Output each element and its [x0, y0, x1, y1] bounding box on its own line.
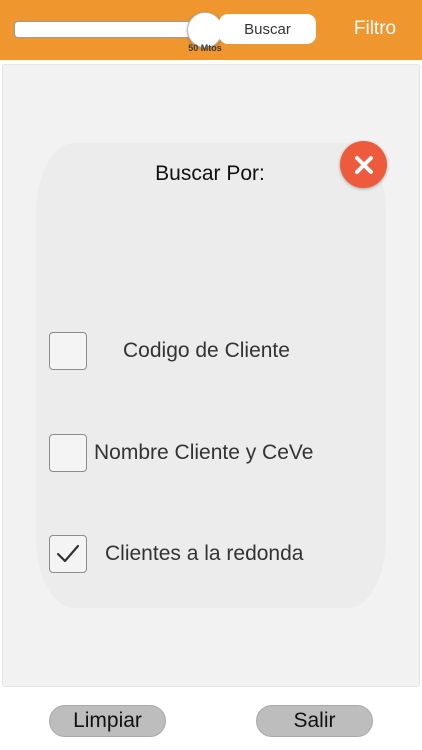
close-button[interactable] [340, 141, 387, 188]
distance-slider-track[interactable] [14, 21, 210, 38]
distance-slider-caption: 50 Mtos [188, 43, 222, 53]
dialog-title: Buscar Por: [155, 162, 265, 185]
option-label: Codigo de Cliente [123, 339, 290, 362]
exit-button[interactable]: Salir [256, 705, 373, 737]
option-clientes-redonda[interactable]: Clientes a la redonda [49, 535, 369, 575]
search-button[interactable]: Buscar [219, 14, 316, 44]
checkbox-codigo-cliente[interactable] [49, 332, 87, 370]
close-x-icon [354, 155, 373, 174]
top-bar: 50 Mtos Buscar Filtro [0, 0, 422, 60]
option-label: Clientes a la redonda [105, 542, 304, 565]
checkmark-icon [56, 544, 80, 563]
checkbox-nombre-cliente[interactable] [49, 434, 87, 472]
option-nombre-cliente[interactable]: Nombre Cliente y CeVe [49, 434, 369, 474]
filter-button[interactable]: Filtro [348, 17, 402, 41]
checkbox-clientes-redonda[interactable] [49, 535, 87, 573]
option-label: Nombre Cliente y CeVe [94, 441, 314, 464]
option-codigo-cliente[interactable]: Codigo de Cliente [49, 332, 369, 372]
clear-button[interactable]: Limpiar [49, 705, 166, 737]
